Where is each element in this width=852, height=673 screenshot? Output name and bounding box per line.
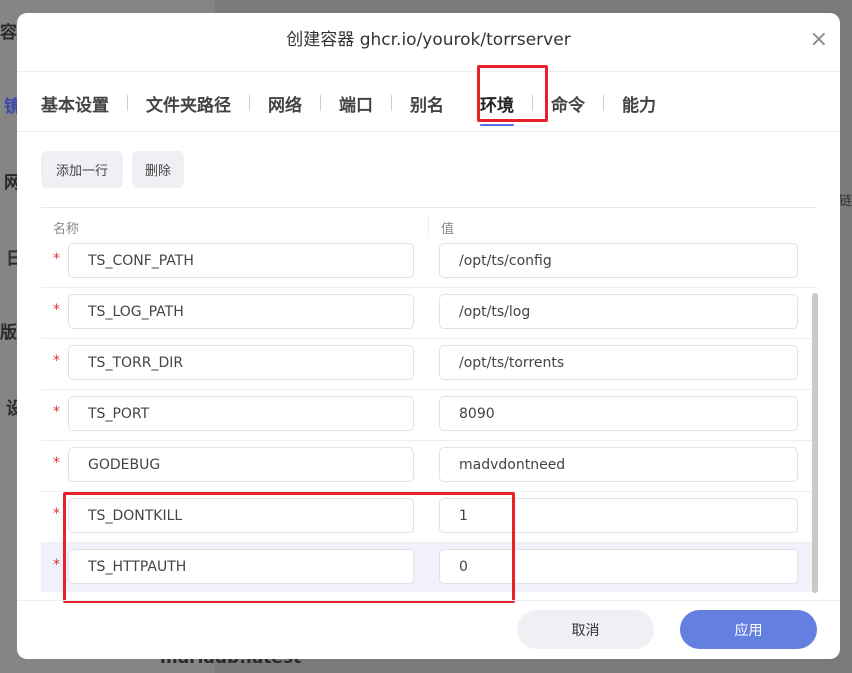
highlight-box [63, 492, 515, 603]
required-mark: * [53, 455, 60, 471]
column-value: 值 [441, 222, 455, 237]
env-value-input[interactable]: madvdontneed [439, 447, 798, 482]
divider [17, 131, 840, 132]
table-row: * TS_PORT 8090 [41, 390, 817, 441]
required-mark: * [53, 251, 60, 267]
required-mark: * [53, 302, 60, 318]
highlight-box [477, 65, 548, 122]
create-container-dialog: 创建容器 ghcr.io/yourok/torrserver × 基本设置 文件… [17, 13, 840, 659]
divider [17, 600, 840, 601]
add-row-button[interactable]: 添加一行 [41, 151, 123, 188]
cancel-button[interactable]: 取消 [517, 610, 654, 649]
env-value-input[interactable]: 8090 [439, 396, 798, 431]
tab-alias[interactable]: 别名 [392, 91, 462, 116]
dialog-title: 创建容器 ghcr.io/yourok/torrserver [286, 30, 571, 50]
tab-bar: 基本设置 文件夹路径 网络 端口 别名 环境 命令 能力 [41, 83, 674, 126]
column-name: 名称 [53, 222, 80, 237]
tab-basic[interactable]: 基本设置 [41, 91, 127, 116]
tab-folders[interactable]: 文件夹路径 [128, 91, 249, 116]
bg-text: 链 [838, 194, 852, 209]
required-mark: * [53, 404, 60, 420]
required-mark: * [53, 353, 60, 369]
table-row: * TS_TORR_DIR /opt/ts/torrents [41, 339, 817, 390]
divider [17, 71, 840, 72]
required-mark: * [53, 557, 60, 573]
env-value-input[interactable]: /opt/ts/config [439, 243, 798, 278]
required-mark: * [53, 506, 60, 522]
apply-button[interactable]: 应用 [680, 610, 817, 649]
env-name-input[interactable]: TS_LOG_PATH [68, 294, 414, 329]
close-icon[interactable]: × [810, 27, 828, 52]
env-value-input[interactable]: /opt/ts/torrents [439, 345, 798, 380]
env-name-input[interactable]: TS_CONF_PATH [68, 243, 414, 278]
tab-ports[interactable]: 端口 [321, 91, 391, 116]
env-name-input[interactable]: TS_PORT [68, 396, 414, 431]
scrollbar[interactable] [812, 293, 818, 593]
table-row: * TS_LOG_PATH /opt/ts/log [41, 288, 817, 339]
env-value-input[interactable]: /opt/ts/log [439, 294, 798, 329]
tab-capabilities[interactable]: 能力 [604, 91, 674, 116]
env-name-input[interactable]: TS_TORR_DIR [68, 345, 414, 380]
table-row: * GODEBUG madvdontneed [41, 441, 817, 492]
tab-network[interactable]: 网络 [250, 91, 320, 116]
env-name-input[interactable]: GODEBUG [68, 447, 414, 482]
delete-button[interactable]: 删除 [132, 151, 184, 188]
table-row: * TS_CONF_PATH /opt/ts/config [41, 237, 817, 288]
